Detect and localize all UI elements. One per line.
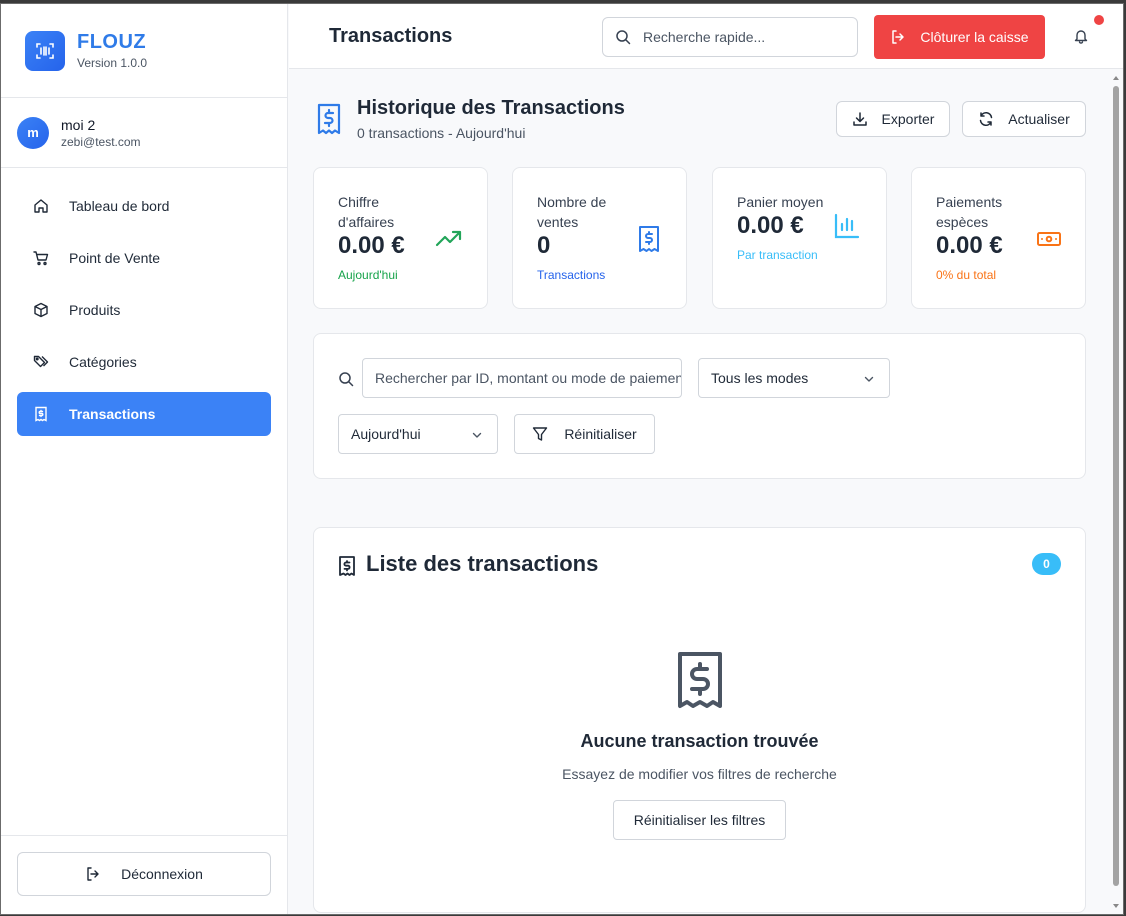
- stat-value: 0: [537, 232, 551, 259]
- stat-sub: 0% du total: [936, 268, 997, 282]
- stat-label: Nombre de ventes: [537, 194, 607, 230]
- stat-sub: Par transaction: [737, 248, 818, 262]
- empty-state-title: Aucune transaction trouvée: [580, 731, 819, 751]
- reset-label: Réinitialiser: [564, 426, 637, 442]
- quick-search-input[interactable]: [643, 29, 843, 45]
- logout-icon: [87, 867, 99, 881]
- topbar: Transactions Clôturer la caisse: [289, 4, 1123, 69]
- stat-sub: Transactions: [537, 268, 606, 282]
- app-name: FLOUZ: [77, 31, 147, 53]
- stat-label: Chiffre d'affaires: [338, 194, 395, 230]
- receipt-icon: [317, 103, 341, 135]
- logout-label: Déconnexion: [121, 866, 203, 882]
- date-range-select[interactable]: Aujourd'hui: [338, 414, 498, 454]
- home-icon: [34, 199, 48, 213]
- sidebar-item-label: Catégories: [69, 354, 137, 370]
- list-title: Liste des transactions: [366, 551, 599, 576]
- stat-card-revenue: Chiffre d'affaires 0.00 € Aujourd'hui: [313, 167, 488, 309]
- stat-card-average-basket: Panier moyen 0.00 € Par transaction: [712, 167, 887, 309]
- reset-filters-button[interactable]: Réinitialiser: [514, 414, 655, 454]
- tags-icon: [33, 355, 49, 368]
- reset-filters-empty-button[interactable]: Réinitialiser les filtres: [613, 800, 786, 840]
- sidebar-item-products[interactable]: Produits: [17, 288, 271, 332]
- payment-mode-value: Tous les modes: [711, 370, 809, 386]
- refresh-label: Actualiser: [1008, 111, 1070, 127]
- history-title: Historique des Transactions: [357, 97, 625, 119]
- sidebar-nav: Tableau de bord Point de Vente Produits …: [1, 168, 287, 436]
- sidebar-footer: Déconnexion: [1, 835, 287, 914]
- export-label: Exporter: [881, 111, 935, 127]
- bell-icon[interactable]: [1073, 28, 1089, 44]
- search-icon: [616, 30, 631, 45]
- stat-label: Paiements espèces: [936, 194, 1003, 230]
- receipt-icon: [639, 226, 659, 252]
- logout-icon: [892, 30, 905, 44]
- user-email: zebi@test.com: [61, 134, 141, 149]
- page-title: Transactions: [329, 25, 453, 47]
- scroll-down-arrow-icon[interactable]: [1112, 902, 1120, 910]
- stat-card-cash-payments: Paiements espèces 0.00 € 0% du total: [911, 167, 1086, 309]
- stat-value: 0.00 €: [936, 232, 1003, 259]
- brand: FLOUZ Version 1.0.0: [1, 4, 287, 98]
- sidebar-item-dashboard[interactable]: Tableau de bord: [17, 184, 271, 228]
- quick-search-box[interactable]: [602, 17, 858, 57]
- export-button[interactable]: Exporter: [836, 101, 950, 137]
- refresh-button[interactable]: Actualiser: [962, 101, 1086, 137]
- sidebar-item-label: Tableau de bord: [69, 198, 170, 214]
- stat-label: Panier moyen: [737, 194, 824, 210]
- avatar: m: [17, 116, 49, 149]
- chevron-down-icon: [472, 432, 482, 438]
- stat-value: 0.00 €: [338, 232, 405, 259]
- stat-value: 0.00 €: [737, 212, 804, 239]
- sidebar-item-label: Point de Vente: [69, 250, 161, 266]
- user-name: moi 2: [61, 116, 96, 133]
- main-content: Historique des Transactions 0 transactio…: [289, 70, 1123, 914]
- chevron-down-icon: [864, 376, 874, 382]
- transaction-search-input[interactable]: [362, 358, 682, 398]
- receipt-icon: [35, 406, 47, 422]
- user-profile: m moi 2 zebi@test.com: [1, 98, 287, 168]
- app-window: FLOUZ Version 1.0.0 m moi 2 zebi@test.co…: [0, 3, 1124, 915]
- bar-chart-icon: [834, 213, 860, 239]
- sidebar: FLOUZ Version 1.0.0 m moi 2 zebi@test.co…: [1, 4, 288, 914]
- banknote-icon: [1037, 232, 1061, 246]
- date-range-value: Aujourd'hui: [351, 426, 421, 442]
- download-icon: [852, 112, 867, 126]
- receipt-icon: [678, 652, 722, 708]
- sidebar-item-categories[interactable]: Catégories: [17, 340, 271, 384]
- close-register-button[interactable]: Clôturer la caisse: [874, 15, 1045, 59]
- close-register-label: Clôturer la caisse: [920, 29, 1029, 45]
- sidebar-item-label: Produits: [69, 302, 121, 318]
- trending-up-icon: [435, 230, 462, 247]
- scroll-up-arrow-icon[interactable]: [1112, 74, 1120, 82]
- filter-icon: [533, 427, 548, 441]
- search-icon: [339, 372, 354, 387]
- refresh-icon: [980, 111, 993, 127]
- scroll-thumb[interactable]: [1113, 86, 1119, 886]
- logout-button[interactable]: Déconnexion: [17, 852, 271, 896]
- count-badge: 0: [1032, 553, 1061, 575]
- payment-mode-select[interactable]: Tous les modes: [698, 358, 890, 398]
- sidebar-item-point-of-sale[interactable]: Point de Vente: [17, 236, 271, 280]
- app-logo-icon: [25, 30, 65, 71]
- stat-card-sales-count: Nombre de ventes 0 Transactions: [512, 167, 687, 309]
- receipt-icon: [339, 556, 355, 576]
- stat-sub: Aujourd'hui: [338, 268, 398, 282]
- sidebar-item-transactions[interactable]: Transactions: [17, 392, 271, 436]
- history-subtitle: 0 transactions - Aujourd'hui: [357, 125, 526, 141]
- empty-state-subtitle: Essayez de modifier vos filtres de reche…: [562, 766, 837, 782]
- transactions-list-panel: Liste des transactions 0 Aucune transact…: [313, 527, 1086, 913]
- sidebar-item-label: Transactions: [69, 406, 156, 422]
- app-version: Version 1.0.0: [77, 56, 148, 70]
- box-icon: [34, 302, 48, 318]
- filters-panel: Tous les modes Aujourd'hui Réinitialiser: [313, 333, 1086, 479]
- notification-dot: [1094, 15, 1104, 25]
- scrollbar[interactable]: [1112, 74, 1120, 910]
- cart-icon: [33, 251, 49, 266]
